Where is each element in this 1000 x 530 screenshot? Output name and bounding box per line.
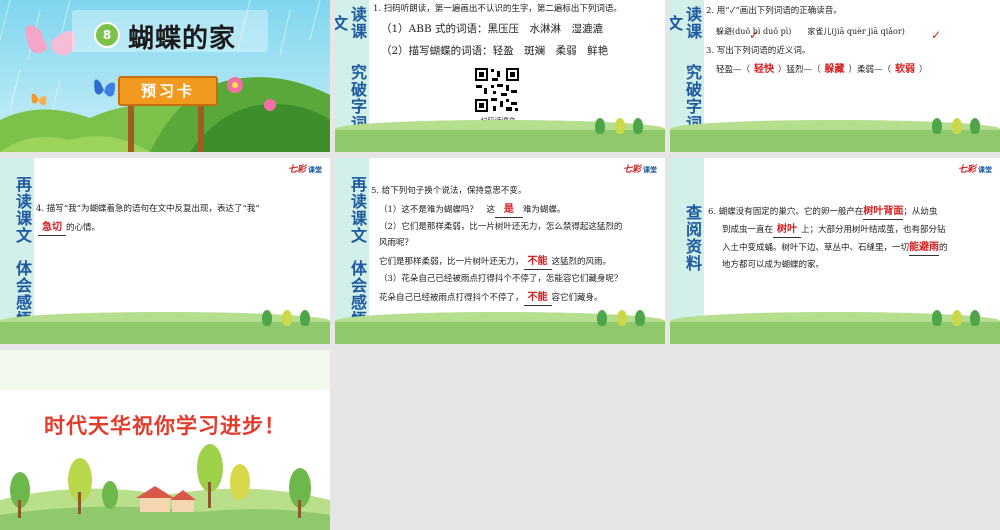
- q5-item-2: （2）它们是那样柔弱，比一片树叶还无力，怎么禁得起这猛烈的: [379, 222, 623, 232]
- q4-ending: 的心情。: [66, 223, 101, 233]
- side-title-top: 再读课文: [13, 176, 32, 244]
- tree: [970, 118, 980, 134]
- side-title-top: 再读课文: [348, 176, 367, 244]
- butterfly-orange: [31, 93, 47, 106]
- question-1: 1. 扫码听朗读，第一遍画出不认识的生字，第二遍标出下列词语。: [373, 4, 622, 14]
- synonym-answer: 躲藏: [824, 64, 845, 75]
- q3-synonyms: 轻盈—（ 轻快 ）猛烈—（ 躲藏 ）柔弱—（ 软弱）: [716, 62, 1000, 78]
- synonym-answer: 轻快: [754, 64, 775, 75]
- qr-code-icon[interactable]: [473, 66, 521, 114]
- q6-line-2: 到成虫一直在 树叶 上；大部分用树叶结成茧，也有部分钻: [722, 222, 998, 238]
- slide-reading-2[interactable]: 再读课文 体会感悟 七彩 课堂 5. 给下列句子换个说法，保持意思不变。 （1）这…: [335, 158, 665, 344]
- tree: [282, 310, 292, 326]
- slide-reading-1[interactable]: 再读课文 体会感悟 七彩 课堂 4. 描写“我”为蝴蝶着急的语句在文中反复出现，表…: [0, 158, 330, 344]
- check-mark-icon: ✓: [749, 28, 760, 42]
- q4-answer-line: 急切 的心情。: [38, 220, 328, 236]
- lesson-title: 蝴蝶的家: [128, 24, 237, 54]
- synonym-prompt: ）柔弱—（: [848, 65, 892, 75]
- tree: [615, 118, 625, 134]
- tree: [932, 118, 942, 134]
- side-title-top: 读课文: [335, 6, 367, 40]
- brand-logo: 七彩 课堂: [287, 165, 322, 175]
- side-title-top: 读课文: [670, 6, 702, 40]
- tree: [595, 118, 605, 134]
- ground: [335, 322, 665, 344]
- slide-research[interactable]: 查阅资料 七彩 课堂 6. 蝴蝶没有固定的巢穴。它的卵一般产在树叶背面；从幼虫 到…: [670, 158, 1000, 344]
- side-title: 查阅资料: [683, 204, 702, 272]
- tree: [970, 310, 980, 326]
- q5-item-2-answer: 它们是那样柔弱，比一片树叶还无力， 不能 这猛烈的风雨。: [379, 254, 663, 270]
- synonym-prompt: ）: [919, 65, 928, 75]
- butterfly-pink: [25, 25, 76, 56]
- tree: [635, 310, 645, 326]
- closing-illustration: [0, 350, 330, 530]
- question-2: 2. 用“✓”画出下列词语的正确读音。: [706, 6, 842, 16]
- synonym-prompt: ）猛烈—（: [778, 65, 821, 75]
- brand-logo: 七彩 课堂: [622, 165, 657, 175]
- tree: [932, 310, 942, 326]
- synonym-answer: 软弱: [895, 64, 916, 75]
- preview-card-sign[interactable]: 预习卡: [118, 76, 218, 106]
- closing-message: 时代天华祝你学习进步！: [44, 414, 286, 438]
- tree: [262, 310, 272, 326]
- answer-blank: 急切: [38, 220, 66, 236]
- ground: [335, 130, 665, 152]
- ground: [670, 130, 1000, 152]
- tree: [300, 310, 310, 326]
- synonym-prompt: 轻盈—（: [716, 65, 751, 75]
- butterfly-blue: [94, 79, 115, 97]
- question-4: 4. 描写“我”为蝴蝶着急的语句在文中反复出现，表达了“我”: [36, 204, 260, 214]
- brand-logo: 七彩 课堂: [957, 165, 992, 175]
- q6-line-3: 入土中变成蛹。树叶下边、草丛中、石缝里，一切能避雨的: [722, 240, 998, 256]
- tree: [952, 310, 962, 326]
- q6-line-1: 6. 蝴蝶没有固定的巢穴。它的卵一般产在树叶背面；从幼虫: [708, 204, 998, 220]
- answer-blank: 能避雨: [909, 240, 940, 256]
- q6-line-4: 地方都可以成为蝴蝶的家。: [722, 260, 825, 270]
- question-5: 5. 给下列句子换个说法，保持意思不变。: [371, 186, 527, 196]
- q5-item-2-cont: 风雨呢？: [379, 238, 414, 248]
- answer-blank: 树叶背面: [863, 204, 904, 220]
- lesson-number-badge: 8: [94, 22, 120, 48]
- q5-item-1: （1）这不是难为蝴蝶吗？ 这是难为蝴蝶。: [379, 202, 663, 218]
- slide-vocab-1[interactable]: 读课文 究破字词 1. 扫码听朗读，第一遍画出不认识的生字，第二遍标出下列词语。…: [335, 0, 665, 152]
- q5-item-3: （3）花朵自己已经被雨点打得抖个不停了，怎能容它们藏身呢？: [379, 274, 623, 284]
- ground: [0, 322, 330, 344]
- slide-vocab-2[interactable]: 读课文 究破字词 2. 用“✓”画出下列词语的正确读音。 躲避(duǒ bì d…: [670, 0, 1000, 152]
- check-mark-icon: ✓: [931, 28, 942, 42]
- ground: [670, 322, 1000, 344]
- tree: [617, 310, 627, 326]
- answer-blank: 不能: [523, 254, 552, 270]
- q1-butterfly-words: （2）描写蝴蝶的词语：轻盈 斑斓 柔弱 鲜艳: [381, 45, 609, 57]
- slide-title[interactable]: 8 蝴蝶的家 预习卡: [0, 0, 330, 152]
- slide-closing[interactable]: 时代天华祝你学习进步！: [0, 350, 330, 530]
- q5-item-3-answer: 花朵自己已经被雨点打得抖个不停了， 不能 容它们藏身。: [379, 290, 663, 306]
- q1-abb-words: （1）ABB 式的词语：黑压压 水淋淋 湿漉漉: [381, 23, 604, 35]
- answer-blank: 是: [494, 202, 523, 218]
- answer-blank: 不能: [523, 290, 552, 306]
- tree: [597, 310, 607, 326]
- answer-blank: 树叶: [773, 222, 802, 238]
- question-3: 3. 写出下列词语的近义词。: [706, 46, 811, 56]
- tree: [952, 118, 962, 134]
- tree: [633, 118, 643, 134]
